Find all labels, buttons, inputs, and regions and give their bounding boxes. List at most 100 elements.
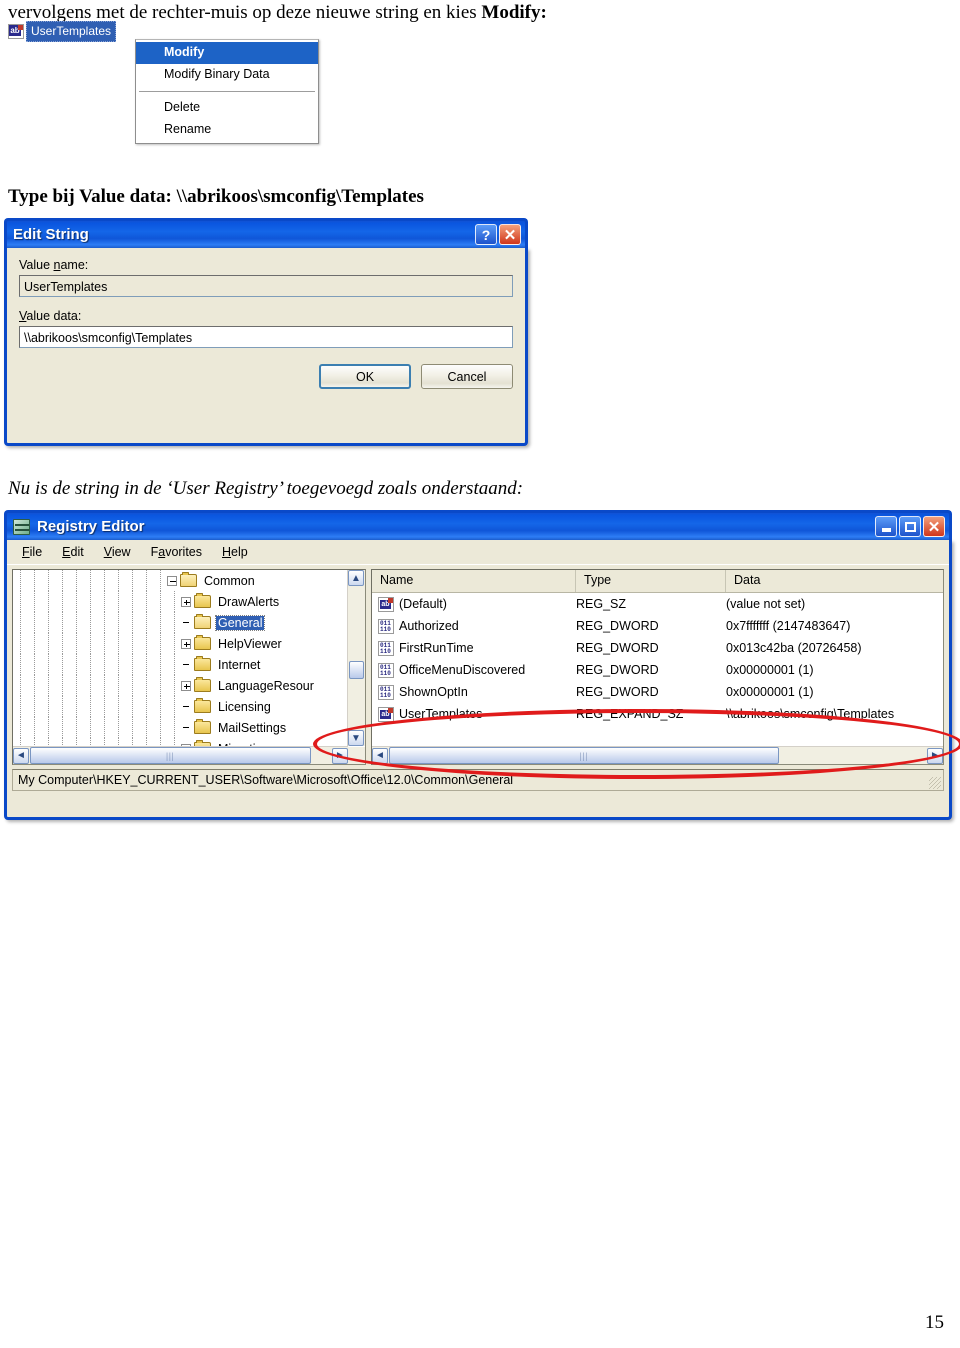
menubar: File Edit View Favorites Help xyxy=(7,540,949,565)
expander-minus-icon[interactable] xyxy=(167,575,177,586)
row-data: \\abrikoos\smconfig\Templates xyxy=(726,707,895,721)
row-type: REG_DWORD xyxy=(576,619,659,633)
usertemplates-tree-item[interactable]: ab UserTemplates xyxy=(8,21,117,42)
close-button[interactable]: ✕ xyxy=(499,224,521,245)
value-name-field[interactable]: UserTemplates xyxy=(19,275,513,297)
regedit-title: Registry Editor xyxy=(37,518,145,535)
tree-item-mailsettings[interactable]: MailSettings xyxy=(13,717,347,738)
scroll-right-icon[interactable]: ► xyxy=(927,747,943,764)
ok-button[interactable]: OK xyxy=(319,364,411,389)
menu-edit[interactable]: Edit xyxy=(53,543,93,561)
table-row[interactable]: 011 110 OfficeMenuDiscovered REG_DWORD 0x… xyxy=(372,659,943,681)
menu-view[interactable]: View xyxy=(95,543,140,561)
folder-icon xyxy=(194,635,211,650)
row-data: 0x013c42ba (20726458) xyxy=(726,641,862,655)
context-menu-screenshot: ab UserTemplates Modify Modify Binary Da… xyxy=(8,21,328,157)
tree-label: LanguageResour xyxy=(218,678,314,693)
registry-string-icon: ab xyxy=(378,706,394,722)
expander-plus-icon[interactable] xyxy=(181,638,191,649)
tree-item-internet[interactable]: Internet xyxy=(13,654,347,675)
tree-item-languageresources[interactable]: LanguageResour xyxy=(13,675,347,696)
registry-values-pane[interactable]: Name Type Data ab (Default) REG_SZ (valu… xyxy=(371,569,944,765)
instruction-registry-added: Nu is de string in de ‘User Registry’ to… xyxy=(8,478,524,499)
scroll-track-horizontal[interactable]: ||| xyxy=(29,747,332,764)
list-horizontal-scrollbar[interactable]: ◄ ||| ► xyxy=(372,746,943,764)
menu-favorites[interactable]: Favorites xyxy=(142,543,211,561)
menu-item-rename[interactable]: Rename xyxy=(136,119,318,141)
scroll-thumb-horizontal[interactable]: ||| xyxy=(30,747,311,764)
tree-item-helpviewer[interactable]: HelpViewer xyxy=(13,633,347,654)
folder-icon xyxy=(194,677,211,692)
tree-item-migration[interactable]: Migration xyxy=(13,738,347,746)
scroll-left-icon[interactable]: ◄ xyxy=(13,747,29,764)
minimize-button[interactable] xyxy=(875,516,897,537)
tree-item-general[interactable]: General xyxy=(13,612,347,633)
registry-dword-icon: 011 110 xyxy=(378,640,394,656)
close-button[interactable]: ✕ xyxy=(923,516,945,537)
expander-plus-icon[interactable] xyxy=(181,596,191,607)
registry-tree[interactable]: Common DrawAlerts General HelpViewer Int… xyxy=(13,570,347,746)
tree-vertical-scrollbar[interactable]: ▲ ▼ xyxy=(347,570,365,746)
table-row[interactable]: 011 110 ShownOptIn REG_DWORD 0x00000001 (… xyxy=(372,681,943,703)
cancel-button[interactable]: Cancel xyxy=(421,364,513,389)
row-name: Authorized xyxy=(399,619,459,633)
tree-label: MailSettings xyxy=(218,720,287,735)
registry-editor-screenshot: Registry Editor ✕ File Edit View Favorit… xyxy=(4,510,952,820)
tree-item-common[interactable]: Common xyxy=(13,570,347,591)
value-data-field[interactable]: \\abrikoos\smconfig\Templates xyxy=(19,326,513,348)
status-bar: My Computer\HKEY_CURRENT_USER\Software\M… xyxy=(12,769,944,791)
regedit-panes: Common DrawAlerts General HelpViewer Int… xyxy=(12,569,944,765)
scrollbar-corner xyxy=(348,747,365,764)
row-name: ShownOptIn xyxy=(399,685,468,699)
expander-plus-icon[interactable] xyxy=(181,680,191,691)
edit-string-title: Edit String xyxy=(13,226,89,243)
menu-item-modify-binary-data[interactable]: Modify Binary Data xyxy=(136,64,318,86)
regedit-icon xyxy=(13,518,30,535)
scroll-up-icon[interactable]: ▲ xyxy=(348,570,364,586)
scroll-thumb-vertical[interactable] xyxy=(349,661,364,679)
list-header: Name Type Data xyxy=(372,570,943,593)
table-row-usertemplates[interactable]: ab UserTemplates REG_EXPAND_SZ \\abrikoo… xyxy=(372,703,943,725)
menu-item-delete[interactable]: Delete xyxy=(136,97,318,119)
menu-item-modify[interactable]: Modify xyxy=(136,42,318,64)
row-name: FirstRunTime xyxy=(399,641,474,655)
registry-values-list[interactable]: Name Type Data ab (Default) REG_SZ (valu… xyxy=(372,570,943,746)
scroll-right-icon[interactable]: ► xyxy=(332,747,348,764)
tree-horizontal-scrollbar[interactable]: ◄ ||| ► xyxy=(13,746,348,764)
folder-open-icon xyxy=(194,614,211,629)
registry-tree-pane[interactable]: Common DrawAlerts General HelpViewer Int… xyxy=(12,569,366,765)
registry-string-icon: ab xyxy=(378,596,394,612)
intro-text: vervolgens met de rechter-muis op deze n… xyxy=(8,2,482,23)
scroll-thumb-horizontal[interactable]: ||| xyxy=(389,747,780,764)
column-header-name[interactable]: Name xyxy=(372,570,576,592)
expander-none xyxy=(181,723,191,733)
menu-help[interactable]: Help xyxy=(213,543,257,561)
row-name-cell: 011 110 FirstRunTime xyxy=(372,640,576,656)
edit-string-dialog-screenshot: Edit String ? ✕ Value name: UserTemplate… xyxy=(4,218,528,446)
expander-none xyxy=(181,618,191,628)
menu-file[interactable]: File xyxy=(13,543,51,561)
instruction-value-data: Type bij Value data: \\abrikoos\smconfig… xyxy=(8,186,424,207)
registry-dword-icon: 011 110 xyxy=(378,618,394,634)
right-click-context-menu[interactable]: Modify Modify Binary Data Delete Rename xyxy=(135,39,319,144)
maximize-button[interactable] xyxy=(899,516,921,537)
table-row[interactable]: ab (Default) REG_SZ (value not set) xyxy=(372,593,943,615)
scroll-down-icon[interactable]: ▼ xyxy=(348,730,364,746)
minimize-icon xyxy=(881,528,891,532)
tree-item-licensing[interactable]: Licensing xyxy=(13,696,347,717)
help-button[interactable]: ? xyxy=(475,224,497,245)
row-name-cell: ab UserTemplates xyxy=(372,706,576,722)
tree-label: Internet xyxy=(218,657,261,672)
expander-none xyxy=(181,702,191,712)
column-header-data[interactable]: Data xyxy=(726,570,943,592)
table-row[interactable]: 011 110 FirstRunTime REG_DWORD 0x013c42ba… xyxy=(372,637,943,659)
value-name-label: Value name: xyxy=(19,258,89,272)
resize-grip-icon[interactable] xyxy=(929,777,941,789)
scroll-left-icon[interactable]: ◄ xyxy=(372,747,388,764)
tree-item-drawalerts[interactable]: DrawAlerts xyxy=(13,591,347,612)
scroll-track-horizontal[interactable]: ||| xyxy=(388,747,927,764)
regedit-title-wrap: Registry Editor xyxy=(13,518,873,535)
row-data: 0x00000001 (1) xyxy=(726,685,814,699)
column-header-type[interactable]: Type xyxy=(576,570,726,592)
table-row[interactable]: 011 110 Authorized REG_DWORD 0x7fffffff (… xyxy=(372,615,943,637)
